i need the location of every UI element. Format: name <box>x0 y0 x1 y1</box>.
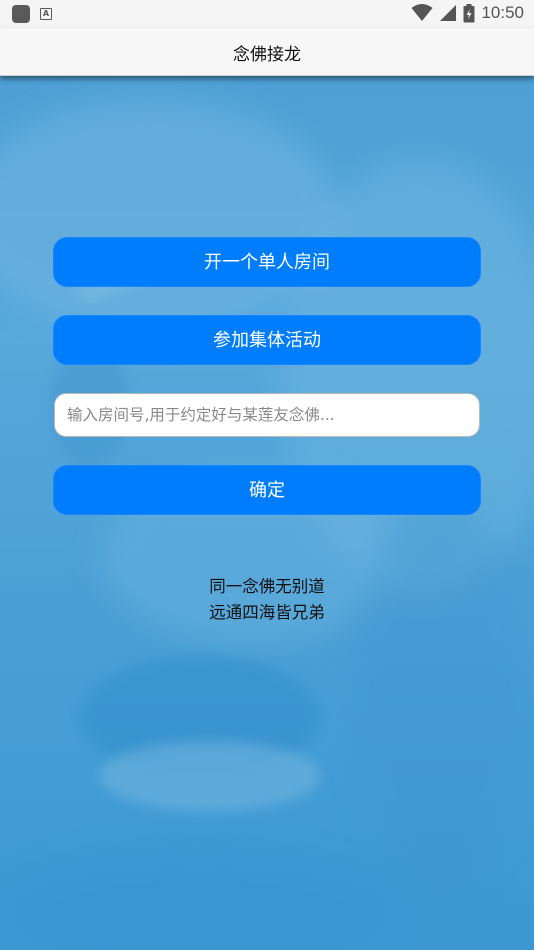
verse-line-1: 同一念佛无别道 <box>209 577 325 596</box>
join-group-activity-button[interactable]: 参加集体活动 <box>53 315 481 365</box>
battery-icon <box>463 3 475 22</box>
keyboard-a-icon: A <box>40 8 52 20</box>
wifi-icon <box>411 4 433 21</box>
signal-icon <box>440 5 457 21</box>
status-bar-left: A <box>12 5 52 23</box>
status-bar-right: 10:50 <box>411 3 524 23</box>
page-title: 念佛接龙 <box>233 45 301 65</box>
open-single-room-button[interactable]: 开一个单人房间 <box>53 237 481 287</box>
title-bar: 念佛接龙 <box>0 28 534 76</box>
room-number-input[interactable] <box>54 393 480 437</box>
confirm-button[interactable]: 确定 <box>53 465 481 515</box>
status-time: 10:50 <box>481 3 524 22</box>
status-bar: A 10:50 <box>0 0 534 28</box>
verse-line-2: 远通四海皆兄弟 <box>209 603 325 622</box>
app-notification-icon <box>12 5 30 23</box>
